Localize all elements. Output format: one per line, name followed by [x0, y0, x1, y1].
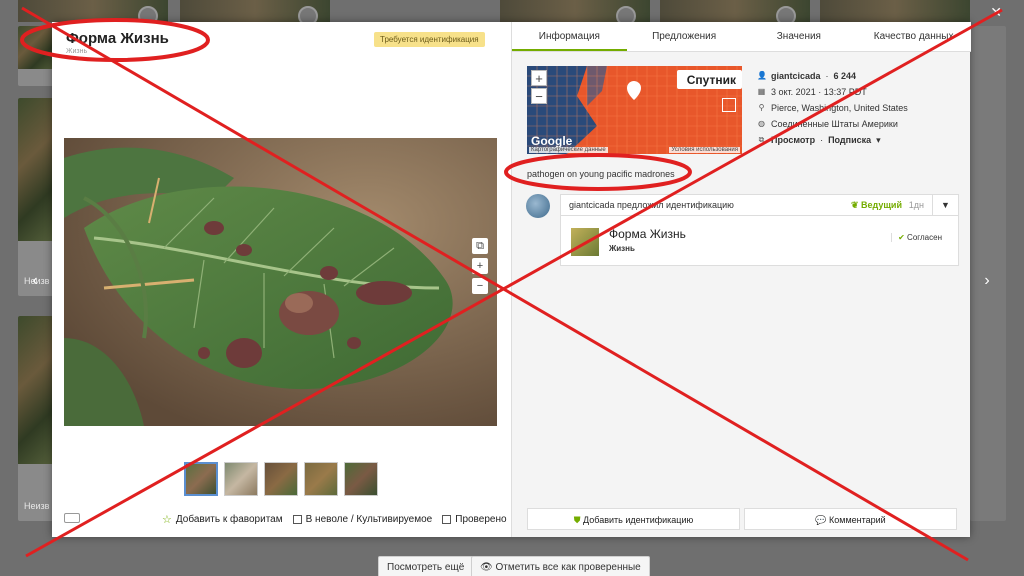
map-zoom-in-icon[interactable]: + — [531, 70, 547, 86]
captive-checkbox[interactable]: В неволе / Культивируемое — [292, 514, 433, 525]
background-card[interactable]: Неизв — [18, 316, 54, 521]
background-card[interactable] — [18, 26, 54, 86]
checkbox-icon — [442, 515, 452, 524]
agree-label: Согласен — [907, 233, 942, 242]
caret-down-icon: ▾ — [876, 135, 881, 145]
tab-data-quality[interactable]: Качество данных — [856, 22, 971, 51]
leaf-icon: ❦ — [850, 200, 859, 210]
identification-body: Форма Жизнь Жизнь ✔ Согласен — [560, 216, 959, 266]
thumbnail[interactable] — [184, 462, 218, 496]
needs-id-badge: Требуется идентификация — [374, 32, 485, 47]
map-provider-logo: Google — [531, 134, 573, 148]
user-icon: 👤 — [757, 71, 767, 80]
tab-annotations[interactable]: Значения — [742, 22, 857, 51]
favorite-label: Добавить к фаворитам — [175, 514, 283, 525]
captive-label: В неволе / Культивируемое — [305, 514, 433, 525]
comment-button[interactable]: 💬 Комментарий — [744, 508, 957, 530]
observation-modal: Форма Жизнь Жизнь Требуется идентификаци… — [52, 22, 971, 537]
observation-count: 6 244 — [833, 71, 857, 81]
map-data-label: Картографические данные — [529, 147, 608, 153]
open-external-icon[interactable]: ⧉ — [472, 238, 488, 254]
tab-info[interactable]: Информация — [512, 22, 627, 51]
identification-header: giantcicada предложил идентификацию ❦ Ве… — [560, 194, 959, 216]
identification-card: giantcicada предложил идентификацию ❦ Ве… — [526, 194, 959, 270]
globe-icon: ◍ — [758, 119, 765, 128]
observation-meta: 👤 giantcicada · 6 244 ▦ 3 окт. 2021 · 13:37 … — [757, 68, 908, 148]
observer-name[interactable]: giantcicada — [771, 68, 821, 84]
binoculars-icon: · — [825, 71, 829, 81]
chevron-down-icon[interactable]: ▼ — [932, 195, 958, 215]
map-layer-button[interactable]: Спутник — [676, 70, 742, 89]
main-photo[interactable] — [64, 138, 497, 426]
background-photo-strip — [820, 0, 970, 22]
add-identification-label: Добавить идентификацию — [583, 515, 694, 525]
external-link-icon: ⧉ — [758, 135, 765, 144]
keyboard-icon[interactable] — [64, 513, 80, 523]
observation-actions: ☆ Добавить к фаворитам В неволе / Культив… — [162, 513, 507, 526]
observed-date: 3 окт. 2021 · 13:37 PDT — [771, 87, 867, 97]
location-pin-icon: ⚲ — [758, 103, 765, 112]
observation-description: pathogen on young pacific madrones — [527, 169, 675, 179]
photo-thumbnails — [184, 462, 378, 496]
leading-label: Ведущий — [861, 200, 902, 210]
view-link[interactable]: Просмотр — [771, 132, 815, 148]
identification-age: 1дн — [908, 200, 924, 210]
checkbox-icon — [292, 515, 302, 524]
taxon-subtitle: Жизнь — [66, 48, 88, 55]
details-panel: Информация Предложения Значения Качество… — [511, 22, 971, 537]
place-name: Pierce, Washington, United States — [771, 103, 908, 113]
mark-all-reviewed-label: Отметить все как проверенные — [495, 562, 641, 573]
star-icon: ☆ — [162, 514, 172, 526]
mark-all-reviewed-button[interactable]: 👁 Отметить все как проверенные — [471, 556, 650, 576]
identification-taxon-name[interactable]: Форма Жизнь — [609, 227, 686, 241]
taxon-photo[interactable] — [571, 228, 599, 256]
avatar[interactable] — [526, 194, 550, 218]
identification-common-name: Жизнь — [609, 244, 635, 253]
agree-button[interactable]: ✔ Согласен — [891, 233, 942, 242]
reviewed-label: Проверено — [455, 514, 507, 525]
map-terms-link[interactable]: Условия использования — [669, 147, 740, 153]
zoom-out-icon[interactable]: − — [472, 278, 488, 294]
calendar-icon: ▦ — [757, 87, 766, 96]
favorite-button[interactable]: ☆ Добавить к фаворитам — [162, 513, 283, 526]
subscribe-dropdown[interactable]: Подписка — [828, 132, 871, 148]
previous-arrow-icon[interactable]: ‹ — [28, 272, 42, 290]
photo-panel: Форма Жизнь Жизнь Требуется идентификаци… — [52, 22, 511, 537]
country-name: Соединенные Штаты Америки — [771, 119, 898, 129]
leading-badge: ❦ Ведущий — [851, 200, 902, 211]
location-map[interactable]: + − Спутник Google Картографические данн… — [527, 66, 742, 154]
comment-label: Комментарий — [829, 515, 886, 525]
check-icon: ✔ — [898, 233, 905, 242]
comment-icon: 💬 — [815, 515, 827, 525]
map-zoom-out-icon[interactable]: − — [531, 88, 547, 104]
identification-header-text: giantcicada предложил идентификацию — [569, 200, 734, 210]
fullscreen-icon[interactable] — [722, 98, 736, 112]
close-icon[interactable]: ✕ — [990, 4, 1002, 21]
photo-tools: ⧉ + − — [472, 238, 490, 298]
next-arrow-icon[interactable]: › — [980, 272, 994, 290]
thumbnail[interactable] — [304, 462, 338, 496]
details-tabs: Информация Предложения Значения Качество… — [512, 22, 971, 52]
thumbnail[interactable] — [264, 462, 298, 496]
reviewed-checkbox[interactable]: Проверено — [442, 514, 507, 525]
zoom-in-icon[interactable]: + — [472, 258, 488, 274]
thumbnail[interactable] — [224, 462, 258, 496]
add-identification-button[interactable]: ⛊ Добавить идентификацию — [527, 508, 740, 530]
background-card-caption: Неизв — [24, 501, 50, 511]
eye-icon: 👁 — [480, 562, 493, 573]
taxon-title[interactable]: Форма Жизнь — [66, 30, 169, 47]
background-card[interactable]: Неизв — [18, 98, 54, 296]
leaf-photo — [64, 138, 497, 426]
thumbnail[interactable] — [344, 462, 378, 496]
shield-icon: ⛊ — [573, 515, 581, 525]
load-more-button[interactable]: Посмотреть ещё — [378, 556, 474, 576]
tab-suggestions[interactable]: Предложения — [627, 22, 742, 51]
